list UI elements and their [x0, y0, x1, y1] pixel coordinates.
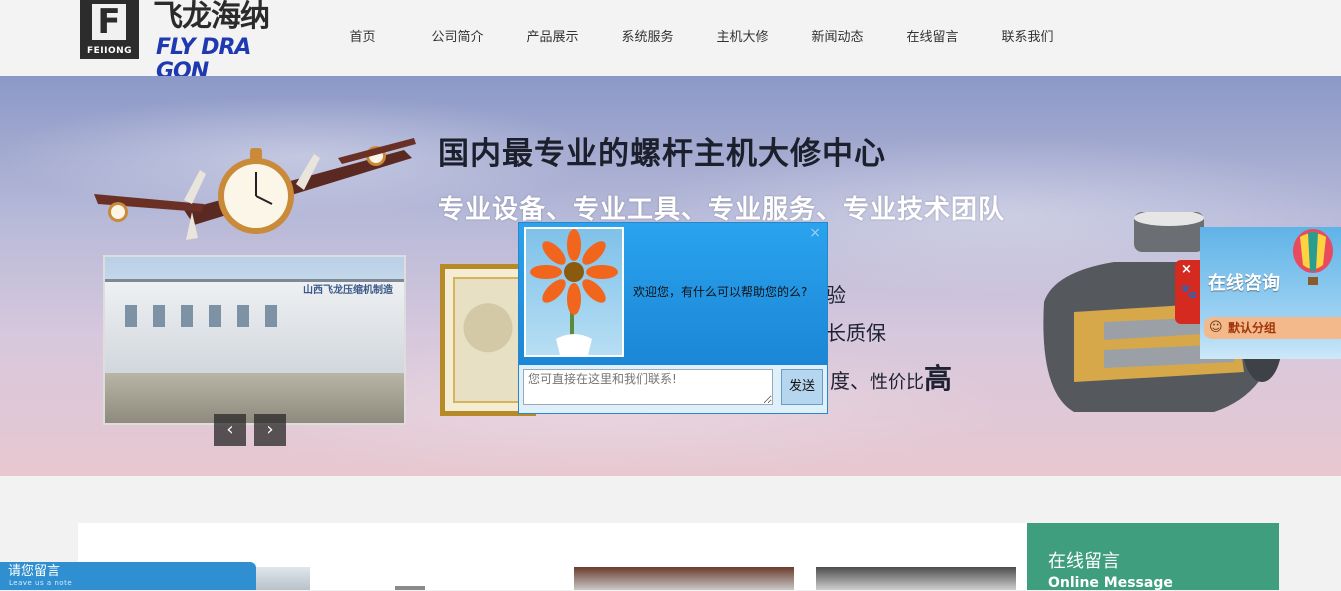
default-group-label: 默认分组 [1228, 321, 1277, 335]
online-consult-widget[interactable]: 在线咨询 ☺ 默认分组 [1200, 227, 1341, 359]
leave-note-bar[interactable]: 请您留言 Leave us a note [0, 562, 256, 590]
online-message-subtitle: Online Message [1048, 575, 1173, 591]
chat-popup: × 欢迎您，有什么可以帮助您的么? 发送 [518, 222, 828, 414]
nav-item-services[interactable]: 系统服务 [600, 28, 695, 48]
nav-item-overhaul[interactable]: 主机大修 [695, 28, 790, 48]
logo-subtext: FEIIONG [86, 46, 133, 56]
logo-chinese-name[interactable]: 飞龙海纳 [153, 0, 303, 34]
slider-prev-button[interactable]: ‹ [214, 414, 246, 446]
chat-send-button[interactable]: 发送 [781, 369, 823, 405]
hot-air-balloon-icon [1293, 229, 1333, 285]
leave-note-title: 请您留言 [8, 564, 61, 579]
nav-item-home[interactable]: 首页 [315, 28, 410, 48]
logo-letter: F [92, 4, 126, 40]
product-thumbnail[interactable] [574, 567, 794, 590]
banner-headline: 国内最专业的螺杆主机大修中心 [438, 136, 886, 172]
nav-item-about[interactable]: 公司简介 [410, 28, 505, 48]
product-thumbnail[interactable] [395, 586, 425, 590]
nav-item-products[interactable]: 产品展示 [505, 28, 600, 48]
online-message-panel[interactable]: 在线留言 Online Message [1027, 523, 1279, 591]
banner-feature-3: 度、性价比高 [830, 364, 952, 396]
chat-message-input[interactable] [523, 369, 773, 405]
banner-feature-2: 长质保 [826, 321, 886, 345]
banner-feature-3-c: 高 [924, 362, 953, 395]
logo-icon[interactable]: F FEIIONG [80, 0, 139, 59]
watch-plane-illustration [94, 138, 416, 240]
logo-english-name[interactable]: FLY DRA GON [156, 36, 306, 84]
banner-feature-3-b: 性价比 [870, 372, 924, 393]
nav-item-message[interactable]: 在线留言 [885, 28, 980, 48]
banner-feature-1: 验 [826, 283, 846, 307]
group-icon: ☺ [1209, 320, 1223, 335]
consult-title: 在线咨询 [1208, 273, 1280, 294]
leave-note-subtitle: Leave us a note [9, 579, 73, 587]
default-group-button[interactable]: ☺ 默认分组 [1204, 317, 1341, 339]
factory-photo: 山西飞龙压缩机制造 [103, 255, 406, 425]
banner-feature-3-a: 度、 [830, 369, 870, 393]
paw-icon: 🐾 [1180, 284, 1198, 300]
online-message-title: 在线留言 [1048, 551, 1120, 572]
factory-sign: 山西飞龙压缩机制造 [303, 285, 393, 296]
chat-avatar-flower [524, 227, 624, 357]
chat-close-icon[interactable]: × [809, 225, 821, 241]
site-header: F FEIIONG 飞龙海纳 FLY DRA GON 首页 公司简介 产品展示 … [0, 0, 1341, 84]
chat-welcome-message: 欢迎您，有什么可以帮助您的么? [633, 285, 808, 299]
nav-item-news[interactable]: 新闻动态 [790, 28, 885, 48]
slider-next-button[interactable]: › [254, 414, 286, 446]
product-thumbnail[interactable] [256, 567, 310, 590]
nav-item-contact[interactable]: 联系我们 [980, 28, 1075, 48]
consult-close-icon[interactable]: × [1181, 263, 1192, 277]
product-thumbnail[interactable] [816, 567, 1016, 590]
